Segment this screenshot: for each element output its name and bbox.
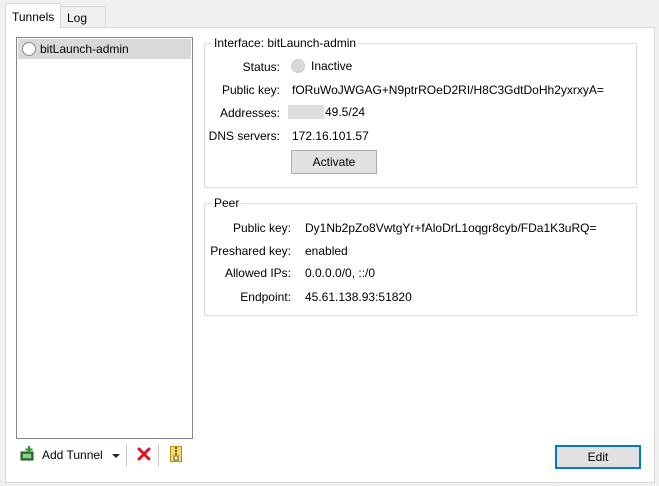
status-value-wrap: Inactive bbox=[291, 59, 352, 73]
addresses-label: Addresses: bbox=[219, 106, 280, 120]
inactive-status-icon bbox=[22, 42, 36, 56]
addresses-value-wrap: 49.5/24 bbox=[288, 105, 365, 119]
delete-icon bbox=[137, 447, 151, 464]
dns-servers-value[interactable]: 172.16.101.57 bbox=[292, 129, 369, 143]
public-key-value[interactable]: fORuWoJWGAG+N9ptrROeD2RI/H8C3GdtDoHh2yxr… bbox=[292, 83, 604, 97]
addresses-value[interactable]: 49.5/24 bbox=[325, 105, 365, 119]
endpoint-value[interactable]: 45.61.138.93:51820 bbox=[305, 290, 412, 304]
tunnel-name: bitLaunch-admin bbox=[40, 42, 129, 56]
interface-group-title: Interface: bitLaunch-admin bbox=[212, 36, 359, 50]
tab-tunnels-label: Tunnels bbox=[12, 10, 55, 24]
peer-public-key-value[interactable]: Dy1Nb2pZo8VwtgYr+fAloDrL1oqgr8cyb/FDa1K3… bbox=[305, 221, 596, 235]
add-tunnel-label: Add Tunnel bbox=[42, 448, 103, 462]
add-tunnel-icon bbox=[20, 445, 36, 465]
public-key-label: Public key: bbox=[221, 83, 280, 97]
toolbar-separator bbox=[157, 444, 159, 466]
peer-public-key-label: Public key: bbox=[232, 221, 291, 235]
status-dot-icon bbox=[291, 59, 305, 73]
allowed-ips-value[interactable]: 0.0.0.0/0, ::/0 bbox=[305, 266, 375, 280]
tab-tunnels[interactable]: Tunnels bbox=[5, 3, 61, 28]
tunnel-item[interactable]: bitLaunch-admin bbox=[18, 39, 191, 59]
tunnel-list[interactable]: bitLaunch-admin bbox=[16, 37, 193, 439]
tunnel-toolbar: Add Tunnel bbox=[16, 443, 196, 467]
preshared-key-value[interactable]: enabled bbox=[305, 244, 348, 258]
redacted-block bbox=[288, 105, 324, 119]
toolbar-separator bbox=[125, 444, 127, 466]
tab-bar: Tunnels Log bbox=[0, 0, 659, 28]
export-zip-icon bbox=[169, 445, 182, 465]
edit-button[interactable]: Edit bbox=[555, 445, 641, 469]
activate-button[interactable]: Activate bbox=[291, 150, 377, 174]
add-tunnel-dropdown[interactable] bbox=[109, 444, 123, 466]
tab-log[interactable]: Log bbox=[60, 6, 106, 27]
add-tunnel-button[interactable]: Add Tunnel bbox=[16, 444, 107, 466]
delete-tunnel-button[interactable] bbox=[133, 444, 155, 466]
status-label: Status: bbox=[242, 60, 280, 74]
preshared-key-label: Preshared key: bbox=[210, 244, 291, 258]
dns-servers-label: DNS servers: bbox=[208, 129, 280, 143]
chevron-down-icon bbox=[111, 448, 120, 462]
export-tunnels-button[interactable] bbox=[165, 444, 187, 466]
status-value: Inactive bbox=[311, 59, 353, 73]
peer-group-title: Peer bbox=[212, 196, 242, 210]
tab-log-label: Log bbox=[67, 11, 88, 25]
allowed-ips-label: Allowed IPs: bbox=[224, 266, 291, 280]
endpoint-label: Endpoint: bbox=[240, 290, 291, 304]
